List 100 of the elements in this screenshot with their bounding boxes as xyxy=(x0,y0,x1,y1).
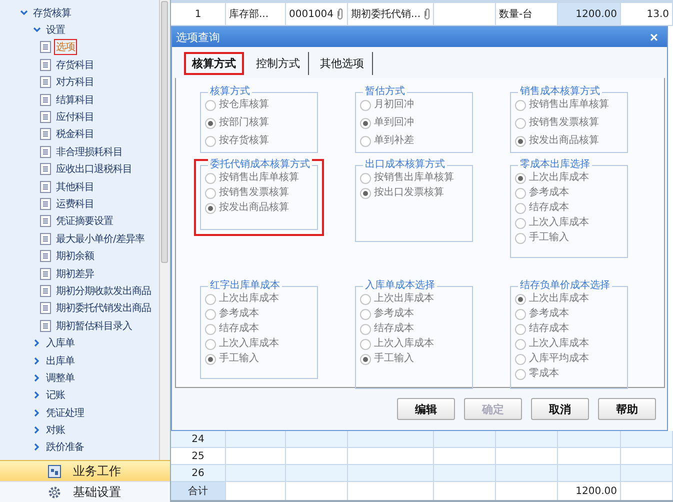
paperclip-icon[interactable] xyxy=(336,8,343,20)
radio-button[interactable] xyxy=(515,202,526,214)
nav-item[interactable]: 基础设置 xyxy=(0,481,170,502)
chevron-right-icon[interactable] xyxy=(33,443,41,452)
tree-item[interactable]: 存货核算 xyxy=(31,4,73,21)
tab[interactable]: 其他选项 xyxy=(312,52,372,75)
tab[interactable]: 核算方式 xyxy=(184,52,244,75)
radio-button[interactable] xyxy=(360,308,371,320)
radio-button[interactable] xyxy=(205,136,216,147)
radio-button[interactable] xyxy=(360,188,371,199)
tree-item[interactable]: 期初暂估科目录入 xyxy=(54,318,134,334)
close-button[interactable]: × xyxy=(646,29,661,46)
radio-button[interactable] xyxy=(515,118,526,129)
tree-item[interactable]: 最大最小单价/差异率 xyxy=(54,230,146,247)
dialog-button[interactable]: 取消 xyxy=(531,398,589,420)
radio-label: 按存货核算 xyxy=(219,135,269,148)
radio-label: 按部门核算 xyxy=(219,117,269,130)
chevron-right-icon[interactable] xyxy=(33,356,41,364)
radio-button[interactable] xyxy=(515,338,526,350)
document-icon xyxy=(40,250,51,262)
tree-item[interactable]: 出库单 xyxy=(44,352,76,368)
document-icon xyxy=(40,76,51,88)
radio-button[interactable] xyxy=(515,368,526,380)
tree-item[interactable]: 期初分期收款发出商品 xyxy=(54,282,153,299)
radio-button[interactable] xyxy=(205,188,216,199)
radio-button[interactable] xyxy=(360,136,371,147)
tree-item[interactable]: 税金科目 xyxy=(54,126,96,142)
tree-item[interactable]: 设置 xyxy=(44,22,67,38)
radio-button[interactable] xyxy=(515,324,526,335)
document-icon xyxy=(40,198,51,210)
radio-label: 按出口发票核算 xyxy=(374,187,444,200)
radio-button[interactable] xyxy=(205,100,216,111)
tree-item[interactable]: 入库单 xyxy=(44,335,76,352)
chevron-right-icon[interactable] xyxy=(33,426,41,434)
chevron-right-icon[interactable] xyxy=(33,339,41,348)
group-title: 红字出库单成本 xyxy=(208,280,282,292)
tree-item[interactable]: 运费科目 xyxy=(54,196,96,212)
radio-button[interactable] xyxy=(205,324,216,335)
radio-button[interactable] xyxy=(515,232,526,244)
radio-button[interactable] xyxy=(205,338,216,350)
radio-button[interactable] xyxy=(360,172,371,184)
tree-item[interactable]: 其他科目 xyxy=(54,178,96,195)
table-cell: 0001004 xyxy=(286,3,348,26)
document-icon xyxy=(40,180,51,193)
chevron-right-icon[interactable] xyxy=(33,391,41,400)
radio-button[interactable] xyxy=(515,308,526,320)
radio-button[interactable] xyxy=(360,118,371,129)
radio-button[interactable] xyxy=(515,136,526,147)
tree-item[interactable]: 应付科目 xyxy=(54,109,96,126)
tree-item[interactable]: 对账 xyxy=(44,422,67,438)
scrollbar[interactable] xyxy=(159,0,169,460)
tree-item[interactable]: 凭证摘要设置 xyxy=(54,213,115,230)
radio-button[interactable] xyxy=(515,294,526,305)
tree-item[interactable]: 期初差异 xyxy=(54,266,96,282)
tree-item[interactable]: 凭证处理 xyxy=(44,404,86,421)
tree-item[interactable]: 调整单 xyxy=(44,370,76,386)
radio-button[interactable] xyxy=(360,338,371,350)
tab[interactable]: 控制方式 xyxy=(248,52,308,75)
grid-icon xyxy=(48,464,61,478)
paperclip-icon[interactable] xyxy=(424,8,430,20)
tree-item[interactable]: 对方科目 xyxy=(54,74,96,90)
radio-label: 按仓库核算 xyxy=(219,99,269,112)
radio-button[interactable] xyxy=(205,118,216,129)
radio-button[interactable] xyxy=(205,294,216,305)
group-title: 出口成本核算方式 xyxy=(363,159,447,172)
tree-item[interactable]: 结算科目 xyxy=(54,92,96,108)
total-amount: 1200.00 xyxy=(558,482,621,500)
document-icon xyxy=(40,215,51,228)
radio-label: 上次入库成本 xyxy=(529,217,589,230)
dialog-button[interactable]: 编辑 xyxy=(397,398,455,420)
chevron-down-icon[interactable] xyxy=(33,26,41,34)
radio-label: 按销售出库单核算 xyxy=(374,172,454,184)
radio-button[interactable] xyxy=(205,308,216,320)
chevron-right-icon[interactable] xyxy=(33,374,41,382)
group-title: 暂估方式 xyxy=(363,86,407,98)
radio-button[interactable] xyxy=(515,354,526,365)
radio-button[interactable] xyxy=(515,172,526,184)
radio-button[interactable] xyxy=(360,294,371,305)
dialog-button[interactable]: 帮助 xyxy=(598,398,656,420)
chevron-right-icon[interactable] xyxy=(33,408,41,417)
table-cell: 1200.00 xyxy=(558,3,621,26)
radio-button[interactable] xyxy=(360,324,371,335)
tree-item[interactable]: 应收出口退税科目 xyxy=(54,161,134,178)
radio-button[interactable] xyxy=(515,100,526,111)
radio-button[interactable] xyxy=(205,202,216,214)
radio-button[interactable] xyxy=(205,354,216,365)
radio-button[interactable] xyxy=(515,218,526,229)
tree-item[interactable]: 记账 xyxy=(44,387,67,404)
radio-button[interactable] xyxy=(515,188,526,199)
tree-item[interactable]: 跌价准备 xyxy=(44,439,86,456)
radio-button[interactable] xyxy=(360,354,371,365)
tree-item[interactable]: 期初余额 xyxy=(54,248,96,264)
tree-item[interactable]: 存货科目 xyxy=(54,56,96,73)
radio-label: 按销售发票核算 xyxy=(529,117,599,130)
tree-item[interactable]: 期初委托代销发出商品 xyxy=(54,300,153,316)
radio-button[interactable] xyxy=(360,100,371,111)
tree-item[interactable]: 非合理损耗科目 xyxy=(54,144,124,160)
radio-button[interactable] xyxy=(205,172,216,184)
chevron-down-icon[interactable] xyxy=(20,8,28,17)
nav-item[interactable]: 业务工作 xyxy=(0,460,170,481)
